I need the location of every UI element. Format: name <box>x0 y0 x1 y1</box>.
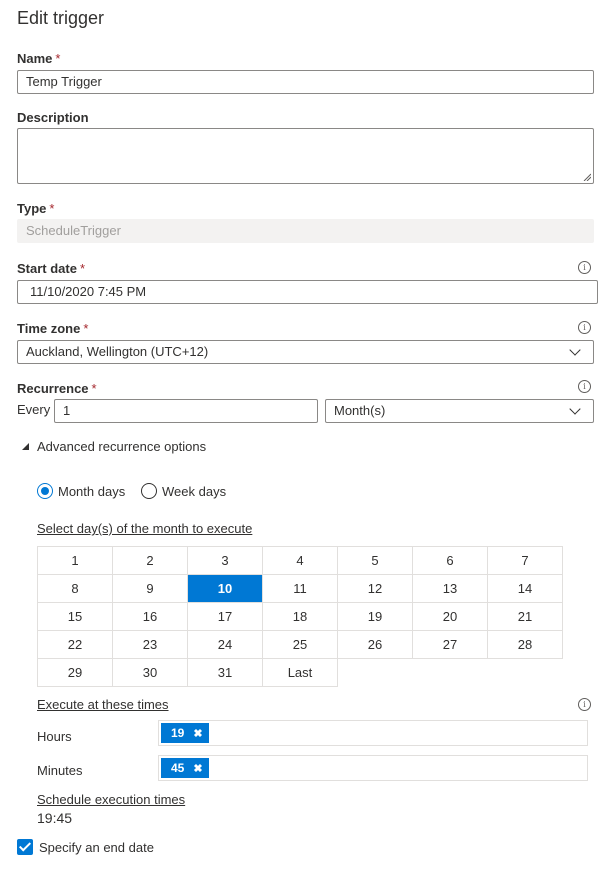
day-cell-11[interactable]: 11 <box>262 574 338 603</box>
month-days-radio[interactable]: Month days <box>37 483 125 499</box>
type-label: Type * <box>17 201 55 216</box>
day-cell-16[interactable]: 16 <box>112 602 188 631</box>
radio-unselected-icon <box>141 483 157 499</box>
grid-row: 22 23 24 25 26 27 28 <box>37 630 563 659</box>
day-cell-19[interactable]: 19 <box>337 602 413 631</box>
day-cell-10-selected[interactable]: 10 <box>187 574 263 603</box>
recurrence-label: Recurrence * <box>17 381 97 396</box>
type-input: ScheduleTrigger <box>17 219 594 243</box>
start-date-input[interactable]: 11/10/2020 7:45 PM <box>17 280 598 304</box>
radio-selected-icon <box>37 483 53 499</box>
grid-filler <box>338 659 413 687</box>
grid-filler <box>413 659 488 687</box>
advanced-options-toggle[interactable]: Advanced recurrence options <box>21 439 206 454</box>
time-zone-value: Auckland, Wellington (UTC+12) <box>26 344 209 359</box>
month-days-heading: Select day(s) of the month to execute <box>37 521 253 536</box>
required-mark: * <box>83 321 89 336</box>
week-days-radio[interactable]: Week days <box>141 483 226 499</box>
name-label: Name * <box>17 51 61 66</box>
description-label: Description <box>17 110 89 125</box>
end-date-label: Specify an end date <box>39 839 154 855</box>
day-cell-7[interactable]: 7 <box>487 546 563 575</box>
month-days-label: Month days <box>58 483 126 499</box>
grid-filler <box>488 659 563 687</box>
hours-tag-input[interactable]: 19 ✖ <box>158 720 588 746</box>
day-cell-4[interactable]: 4 <box>262 546 338 575</box>
grid-row: 15 16 17 18 19 20 21 <box>37 602 563 631</box>
close-icon[interactable]: ✖ <box>193 762 202 775</box>
day-cell-27[interactable]: 27 <box>412 630 488 659</box>
start-date-label: Start date * <box>17 261 86 276</box>
recurrence-unit-value: Month(s) <box>334 403 386 418</box>
day-cell-23[interactable]: 23 <box>112 630 188 659</box>
day-cell-24[interactable]: 24 <box>187 630 263 659</box>
schedule-times-value: 19:45 <box>37 810 73 826</box>
day-cell-17[interactable]: 17 <box>187 602 263 631</box>
day-cell-2[interactable]: 2 <box>112 546 188 575</box>
grid-row: 8 9 10 11 12 13 14 <box>37 574 563 603</box>
day-cell-last[interactable]: Last <box>262 658 338 687</box>
day-cell-12[interactable]: 12 <box>337 574 413 603</box>
day-cell-9[interactable]: 9 <box>112 574 188 603</box>
info-icon[interactable]: i <box>578 261 591 274</box>
info-icon[interactable]: i <box>578 321 591 334</box>
day-cell-28[interactable]: 28 <box>487 630 563 659</box>
day-cell-1[interactable]: 1 <box>37 546 113 575</box>
time-zone-dropdown[interactable]: Auckland, Wellington (UTC+12) <box>17 340 594 364</box>
minutes-tag: 45 ✖ <box>161 758 209 778</box>
day-cell-26[interactable]: 26 <box>337 630 413 659</box>
day-cell-20[interactable]: 20 <box>412 602 488 631</box>
day-cell-6[interactable]: 6 <box>412 546 488 575</box>
required-mark: * <box>49 201 55 216</box>
chevron-down-icon <box>569 344 581 356</box>
minutes-tag-input[interactable]: 45 ✖ <box>158 755 588 781</box>
day-cell-15[interactable]: 15 <box>37 602 113 631</box>
checkmark-icon <box>17 839 33 855</box>
day-cell-14[interactable]: 14 <box>487 574 563 603</box>
chevron-down-icon <box>569 403 581 415</box>
close-icon[interactable]: ✖ <box>193 727 202 740</box>
required-mark: * <box>91 381 97 396</box>
hours-tag: 19 ✖ <box>161 723 209 743</box>
day-cell-22[interactable]: 22 <box>37 630 113 659</box>
page-title: Edit trigger <box>17 8 105 28</box>
advanced-options-label: Advanced recurrence options <box>37 439 207 454</box>
day-cell-5[interactable]: 5 <box>337 546 413 575</box>
info-icon[interactable]: i <box>578 380 591 393</box>
day-cell-25[interactable]: 25 <box>262 630 338 659</box>
hours-label: Hours <box>37 729 72 744</box>
caret-down-icon <box>22 443 29 450</box>
day-cell-31[interactable]: 31 <box>187 658 263 687</box>
day-cell-3[interactable]: 3 <box>187 546 263 575</box>
week-days-label: Week days <box>162 483 227 499</box>
description-textarea[interactable] <box>17 128 594 184</box>
info-icon[interactable]: i <box>578 698 591 711</box>
schedule-times-heading: Schedule execution times <box>37 792 186 807</box>
execute-times-heading: Execute at these times <box>37 697 169 712</box>
minutes-label: Minutes <box>37 763 83 778</box>
day-cell-30[interactable]: 30 <box>112 658 188 687</box>
day-cell-18[interactable]: 18 <box>262 602 338 631</box>
recurrence-interval-input[interactable]: 1 <box>54 399 318 423</box>
day-cell-21[interactable]: 21 <box>487 602 563 631</box>
grid-row: 1 2 3 4 5 6 7 <box>37 546 563 575</box>
day-cell-13[interactable]: 13 <box>412 574 488 603</box>
day-cell-29[interactable]: 29 <box>37 658 113 687</box>
every-label: Every <box>17 402 51 417</box>
required-mark: * <box>79 261 86 276</box>
resize-grip-icon[interactable] <box>583 173 591 181</box>
grid-row: 29 30 31 Last <box>37 658 563 687</box>
name-input[interactable]: Temp Trigger <box>17 70 594 94</box>
end-date-checkbox[interactable]: Specify an end date <box>17 839 154 855</box>
month-day-grid: 1 2 3 4 5 6 7 8 9 10 11 12 13 14 15 16 1… <box>37 546 563 687</box>
time-zone-label: Time zone * <box>17 321 89 336</box>
day-cell-8[interactable]: 8 <box>37 574 113 603</box>
required-mark: * <box>55 51 61 66</box>
recurrence-unit-dropdown[interactable]: Month(s) <box>325 399 594 423</box>
